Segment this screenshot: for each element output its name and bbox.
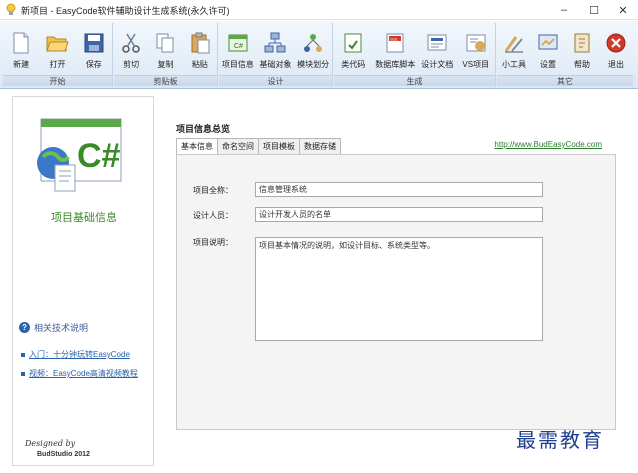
settings-icon — [538, 34, 558, 50]
designer-input[interactable]: 设计开发人员的名单 — [255, 207, 543, 222]
exit-button[interactable]: 退出 — [600, 25, 633, 75]
new-button[interactable]: 新建 — [5, 25, 38, 75]
module-division-icon — [304, 34, 323, 52]
bullet-icon — [21, 352, 25, 357]
svg-text:C#: C# — [77, 137, 121, 175]
tab-bar: 基本信息 命名空间 项目模板 数据存储 — [176, 138, 341, 155]
help-book-icon — [574, 33, 590, 53]
svg-text:SQL: SQL — [390, 37, 399, 42]
right-panel: 项目信息总览 基本信息 命名空间 项目模板 数据存储 http://www.Bu… — [164, 96, 632, 434]
link-video-text[interactable]: 视频：EasyCode高清视频教程 — [29, 368, 138, 379]
overview-heading: 项目信息总览 — [176, 124, 231, 134]
paste-button[interactable]: 粘贴 — [183, 25, 216, 75]
open-button[interactable]: 打开 — [41, 25, 74, 75]
new-file-icon — [13, 32, 29, 54]
ribbon-group-start: 新建 打开 保存 开始 — [3, 23, 113, 87]
copy-icon — [156, 33, 174, 53]
description-label: 项目说明： — [193, 238, 233, 247]
watermark-text: 最需教育 — [516, 428, 604, 452]
project-info-button[interactable]: C# 项目信息 — [221, 25, 254, 75]
tools-button[interactable]: 小工具 — [498, 25, 531, 75]
link-intro-text[interactable]: 入门：十分钟玩转EasyCode — [29, 349, 130, 360]
maximize-button[interactable]: ☐ — [579, 0, 609, 20]
ribbon-group-generate: 类代码 SQL 数据库脚本 设计文档 VS项目 生成 — [334, 23, 496, 87]
ribbon-toolbar: 新建 打开 保存 开始 剪切 复制 粘贴 剪贴板 C# 项目信息 基础对象 模块… — [0, 21, 638, 89]
fullname-input[interactable]: 信息管理系统 — [255, 182, 543, 197]
title-bar: 新项目 - EasyCode软件辅助设计生成系统(永久许可) – ☐ ✕ — [0, 0, 638, 20]
description-textarea[interactable]: 项目基本情况的说明，如设计目标、系统类型等。 — [255, 237, 543, 341]
vs-project-button[interactable]: VS项目 — [459, 25, 492, 75]
ribbon-group-label: 其它 — [497, 75, 633, 86]
app-bulb-icon — [6, 3, 16, 15]
database-script-button[interactable]: SQL 数据库脚本 — [375, 25, 415, 75]
project-csharp-icon: C# — [37, 118, 122, 192]
module-division-button[interactable]: 模块划分 — [297, 25, 330, 75]
main-area: C# 项目基础信息 ? 相关技术说明 入门：十分钟玩转EasyCode 视频：E… — [0, 90, 638, 473]
copy-button[interactable]: 复制 — [149, 25, 182, 75]
ribbon-group-design: C# 项目信息 基础对象 模块划分 设计 — [219, 23, 333, 87]
tech-help-label: 相关技术说明 — [34, 323, 89, 333]
tech-help-row: ? 相关技术说明 — [19, 321, 88, 334]
question-icon: ? — [19, 322, 30, 333]
tab-content-basic-info: 项目全称： 信息管理系统 设计人员： 设计开发人员的名单 项目说明： 项目基本情… — [176, 154, 616, 430]
ribbon-group-label: 开始 — [3, 75, 112, 86]
tools-icon — [504, 36, 523, 53]
open-folder-icon — [46, 36, 70, 52]
class-code-button[interactable]: 类代码 — [337, 25, 370, 75]
link-intro[interactable]: 入门：十分钟玩转EasyCode — [21, 349, 130, 360]
minimize-button[interactable]: – — [549, 0, 579, 20]
fullname-label: 项目全称： — [193, 186, 233, 195]
ribbon-group-label: 剪贴板 — [114, 75, 217, 86]
designed-by-label: Designed by — [25, 439, 76, 448]
bullet-icon — [21, 371, 25, 376]
designer-label: 设计人员： — [193, 211, 233, 220]
link-video[interactable]: 视频：EasyCode高清视频教程 — [21, 368, 138, 379]
cut-button[interactable]: 剪切 — [115, 25, 148, 75]
save-icon — [84, 33, 104, 53]
vs-project-icon — [466, 34, 486, 52]
help-button[interactable]: 帮助 — [566, 25, 599, 75]
ribbon-group-label: 设计 — [219, 75, 332, 86]
save-button[interactable]: 保存 — [77, 25, 110, 75]
ribbon-group-other: 小工具 设置 帮助 退出 其它 — [497, 23, 633, 87]
tab-basic-info[interactable]: 基本信息 — [176, 138, 218, 155]
base-object-button[interactable]: 基础对象 — [259, 25, 292, 75]
scissors-icon — [122, 33, 140, 53]
settings-button[interactable]: 设置 — [532, 25, 565, 75]
left-panel: C# 项目基础信息 ? 相关技术说明 入门：十分钟玩转EasyCode 视频：E… — [12, 96, 154, 466]
project-basic-info-title: 项目基础信息 — [51, 212, 117, 224]
database-script-icon: SQL — [386, 33, 404, 53]
design-doc-icon — [427, 34, 447, 51]
tab-data-storage[interactable]: 数据存储 — [299, 138, 341, 154]
ribbon-group-label: 生成 — [334, 75, 495, 86]
exit-icon — [606, 33, 626, 53]
tab-project-template[interactable]: 项目模板 — [258, 138, 300, 154]
design-doc-button[interactable]: 设计文档 — [421, 25, 454, 75]
website-link[interactable]: http://www.BudEasyCode.com — [494, 140, 602, 149]
studio-label: BudStudio 2012 — [37, 451, 90, 458]
class-code-icon — [344, 33, 362, 53]
ribbon-group-clipboard: 剪切 复制 粘贴 剪贴板 — [114, 23, 218, 87]
close-button[interactable]: ✕ — [608, 0, 638, 20]
paste-icon — [191, 32, 210, 54]
base-object-icon — [264, 32, 286, 53]
project-info-icon: C# — [228, 34, 248, 52]
svg-text:C#: C# — [234, 43, 243, 50]
tab-namespace[interactable]: 命名空间 — [217, 138, 259, 154]
window-title: 新项目 - EasyCode软件辅助设计生成系统(永久许可) — [21, 6, 230, 16]
